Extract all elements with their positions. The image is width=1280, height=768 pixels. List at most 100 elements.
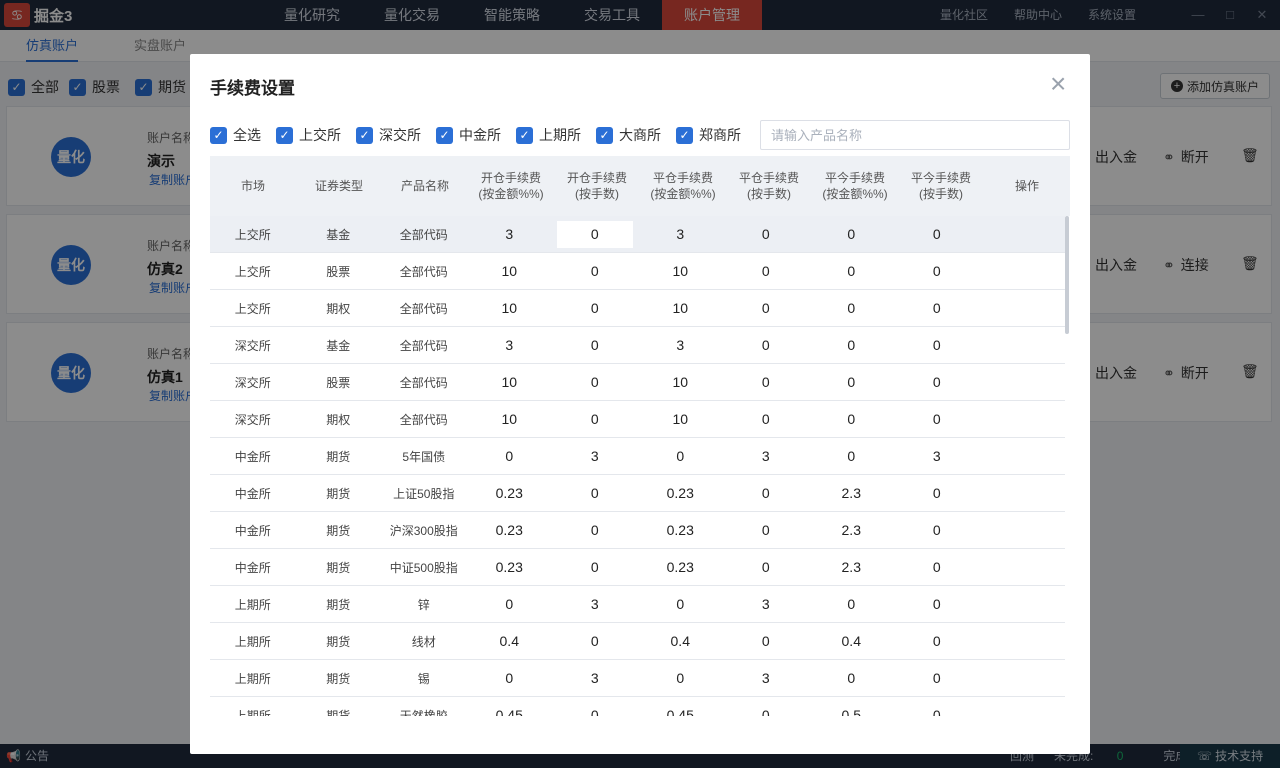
close-fee-lot-cell[interactable]: 0	[723, 290, 809, 326]
close-today-fee-pct-cell[interactable]: 0	[809, 327, 895, 363]
actions-cell[interactable]	[980, 327, 1066, 363]
close-fee-lot-cell[interactable]: 0	[723, 623, 809, 659]
open-fee-lot-cell[interactable]: 0	[552, 401, 638, 437]
fee-edit-input[interactable]: 0	[556, 220, 633, 248]
actions-cell[interactable]	[980, 290, 1066, 326]
close-today-fee-pct-cell[interactable]: 0	[809, 216, 895, 252]
table-row[interactable]: 中金所 期货 5年国债 0 3 0 3 0 3	[210, 438, 1065, 475]
open-fee-lot-cell[interactable]: 0	[552, 623, 638, 659]
table-row[interactable]: 深交所 期权 全部代码 10 0 10 0 0 0	[210, 401, 1065, 438]
open-fee-lot-cell[interactable]: 0	[552, 253, 638, 289]
table-row[interactable]: 中金所 期货 上证50股指 0.23 0 0.23 0 2.3 0	[210, 475, 1065, 512]
table-row[interactable]: 上期所 期货锌 0 3 0 3 0 0	[210, 586, 1065, 623]
table-scrollbar[interactable]	[1065, 216, 1069, 334]
close-fee-pct-cell[interactable]: 10	[638, 290, 724, 326]
close-today-fee-lot-cell[interactable]: 0	[894, 475, 980, 511]
close-today-fee-lot-cell[interactable]: 0	[894, 586, 980, 622]
close-today-fee-lot-cell[interactable]: 0	[894, 549, 980, 585]
actions-cell[interactable]	[980, 216, 1066, 252]
close-fee-lot-cell[interactable]: 3	[723, 438, 809, 474]
close-today-fee-lot-cell[interactable]: 0	[894, 623, 980, 659]
close-fee-lot-cell[interactable]: 3	[723, 660, 809, 696]
table-row[interactable]: 上交所 股票 全部代码 10 0 10 0 0 0	[210, 253, 1065, 290]
table-row[interactable]: 中金所 期货 沪深300股指 0.23 0 0.23 0 2.3 0	[210, 512, 1065, 549]
open-fee-pct-cell[interactable]: 0	[467, 660, 553, 696]
open-fee-lot-cell[interactable]: 0	[552, 549, 638, 585]
close-today-fee-pct-cell[interactable]: 2.3	[809, 549, 895, 585]
close-today-fee-pct-cell[interactable]: 0.4	[809, 623, 895, 659]
open-fee-pct-cell[interactable]: 3	[467, 327, 553, 363]
open-fee-pct-cell[interactable]: 3	[467, 216, 553, 252]
close-today-fee-pct-cell[interactable]: 2.3	[809, 512, 895, 548]
close-fee-pct-cell[interactable]: 0.45	[638, 697, 724, 716]
close-today-fee-pct-cell[interactable]: 0	[809, 401, 895, 437]
close-today-fee-pct-cell[interactable]: 0	[809, 586, 895, 622]
actions-cell[interactable]	[980, 253, 1066, 289]
close-fee-pct-cell[interactable]: 3	[638, 327, 724, 363]
open-fee-lot-cell[interactable]: 3	[552, 438, 638, 474]
close-today-fee-lot-cell[interactable]: 0	[894, 290, 980, 326]
open-fee-pct-cell[interactable]: 0.23	[467, 512, 553, 548]
close-today-fee-lot-cell[interactable]: 0	[894, 697, 980, 716]
actions-cell[interactable]	[980, 697, 1066, 716]
close-today-fee-lot-cell[interactable]: 0	[894, 216, 980, 252]
close-today-fee-lot-cell[interactable]: 0	[894, 327, 980, 363]
close-fee-lot-cell[interactable]: 0	[723, 549, 809, 585]
close-today-fee-pct-cell[interactable]: 0	[809, 290, 895, 326]
close-today-fee-pct-cell[interactable]: 0	[809, 364, 895, 400]
table-row[interactable]: 上期所 期货锡 0 3 0 3 0 0	[210, 660, 1065, 697]
open-fee-lot-cell[interactable]: 0	[552, 364, 638, 400]
close-fee-pct-cell[interactable]: 10	[638, 401, 724, 437]
open-fee-pct-cell[interactable]: 0.4	[467, 623, 553, 659]
close-today-fee-lot-cell[interactable]: 0	[894, 364, 980, 400]
open-fee-pct-cell[interactable]: 10	[467, 253, 553, 289]
open-fee-lot-cell[interactable]: 0	[552, 327, 638, 363]
close-fee-pct-cell[interactable]: 0.23	[638, 549, 724, 585]
close-fee-lot-cell[interactable]: 0	[723, 697, 809, 716]
filter-dce[interactable]: ✓ 大商所	[596, 125, 661, 145]
close-fee-pct-cell[interactable]: 0	[638, 438, 724, 474]
filter-sse[interactable]: ✓ 上交所	[276, 125, 341, 145]
close-fee-lot-cell[interactable]: 0	[723, 253, 809, 289]
close-fee-pct-cell[interactable]: 0.4	[638, 623, 724, 659]
close-fee-pct-cell[interactable]: 0	[638, 660, 724, 696]
actions-cell[interactable]	[980, 475, 1066, 511]
close-today-fee-pct-cell[interactable]: 2.3	[809, 475, 895, 511]
open-fee-pct-cell[interactable]: 0.45	[467, 697, 553, 716]
actions-cell[interactable]	[980, 623, 1066, 659]
close-today-fee-lot-cell[interactable]: 0	[894, 401, 980, 437]
close-today-fee-lot-cell[interactable]: 0	[894, 660, 980, 696]
close-today-fee-lot-cell[interactable]: 3	[894, 438, 980, 474]
table-row[interactable]: 深交所 股票 全部代码 10 0 10 0 0 0	[210, 364, 1065, 401]
close-fee-lot-cell[interactable]: 0	[723, 401, 809, 437]
actions-cell[interactable]	[980, 586, 1066, 622]
open-fee-lot-cell[interactable]: 0	[552, 697, 638, 716]
open-fee-lot-cell[interactable]: 0	[552, 475, 638, 511]
actions-cell[interactable]	[980, 549, 1066, 585]
close-today-fee-lot-cell[interactable]: 0	[894, 512, 980, 548]
filter-select-all[interactable]: ✓ 全选	[210, 125, 261, 145]
close-icon[interactable]: ×	[1050, 70, 1066, 98]
close-fee-lot-cell[interactable]: 0	[723, 327, 809, 363]
close-fee-pct-cell[interactable]: 3	[638, 216, 724, 252]
table-row[interactable]: 上交所 基金 全部代码 3 0 3 0 0 0	[210, 216, 1065, 253]
open-fee-pct-cell[interactable]: 0	[467, 586, 553, 622]
actions-cell[interactable]	[980, 660, 1066, 696]
product-search-input[interactable]	[760, 120, 1070, 150]
close-today-fee-pct-cell[interactable]: 0	[809, 253, 895, 289]
close-fee-lot-cell[interactable]: 0	[723, 475, 809, 511]
actions-cell[interactable]	[980, 438, 1066, 474]
open-fee-lot-cell[interactable]: 0	[552, 512, 638, 548]
close-today-fee-pct-cell[interactable]: 0	[809, 438, 895, 474]
close-fee-lot-cell[interactable]: 3	[723, 586, 809, 622]
open-fee-pct-cell[interactable]: 0.23	[467, 549, 553, 585]
close-today-fee-pct-cell[interactable]: 0.5	[809, 697, 895, 716]
open-fee-pct-cell[interactable]: 0	[467, 438, 553, 474]
open-fee-pct-cell[interactable]: 0.23	[467, 475, 553, 511]
actions-cell[interactable]	[980, 401, 1066, 437]
close-fee-lot-cell[interactable]: 0	[723, 364, 809, 400]
open-fee-pct-cell[interactable]: 10	[467, 401, 553, 437]
table-row[interactable]: 上交所 期权 全部代码 10 0 10 0 0 0	[210, 290, 1065, 327]
open-fee-lot-cell[interactable]: 3	[552, 586, 638, 622]
table-row[interactable]: 深交所 基金 全部代码 3 0 3 0 0 0	[210, 327, 1065, 364]
